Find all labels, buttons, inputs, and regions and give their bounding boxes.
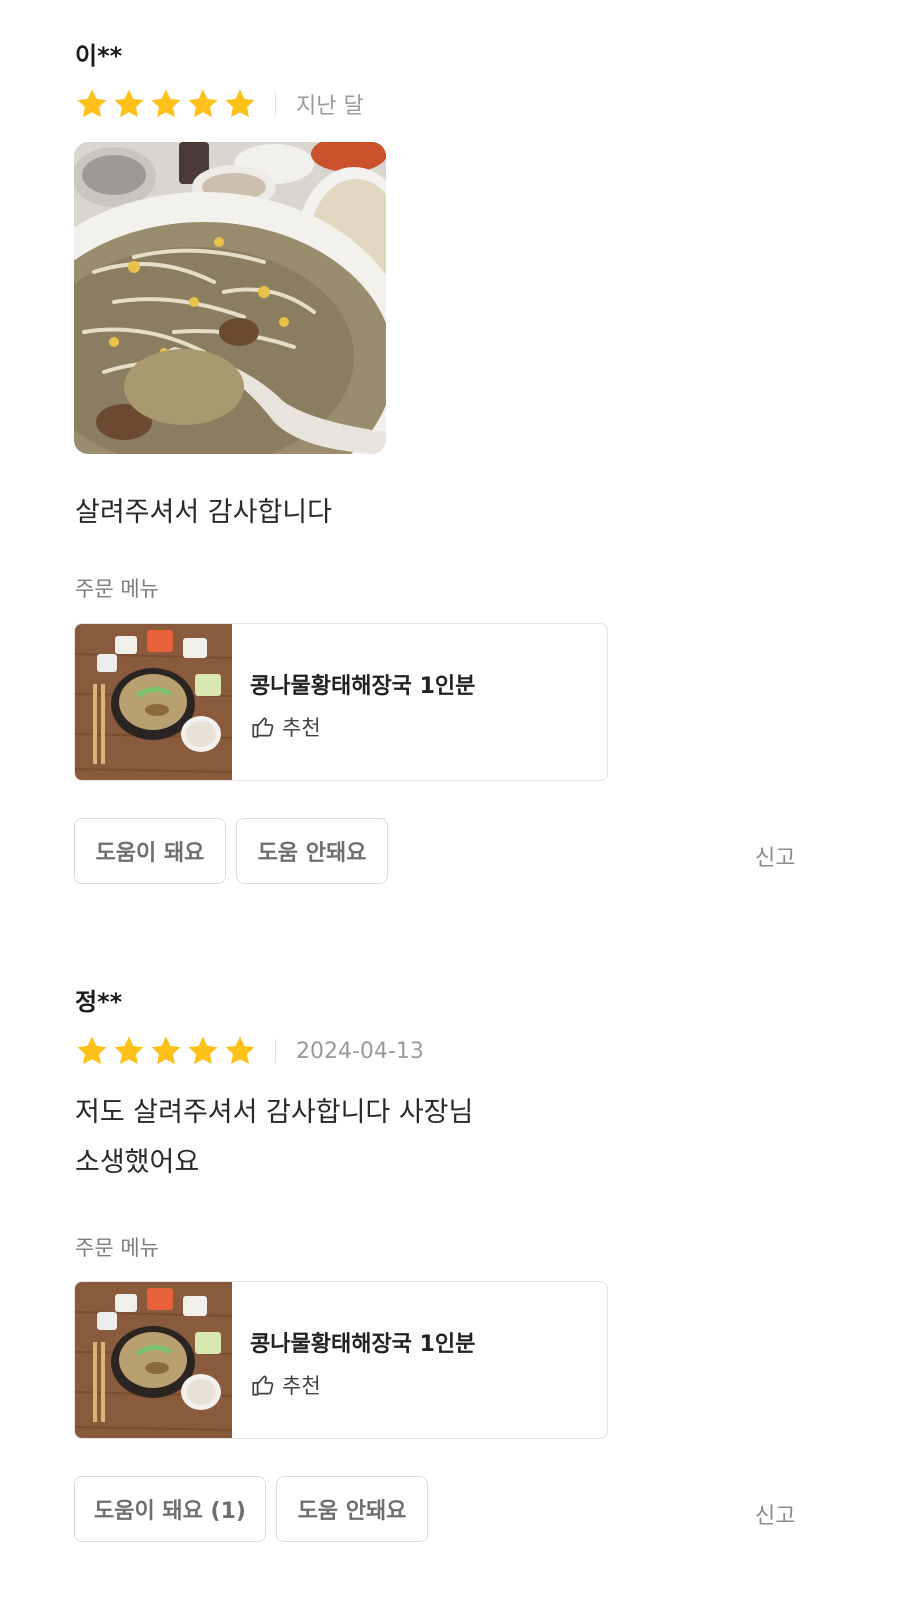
menu-thumbnail (75, 1282, 232, 1438)
star-icon (151, 89, 181, 118)
report-link[interactable]: 신고 (755, 840, 795, 872)
food-photo (74, 142, 386, 454)
divider (275, 1039, 276, 1063)
review-date: 지난 달 (296, 94, 364, 119)
order-menu-card[interactable]: 콩나물황태해장국 1인분 추천 (74, 1281, 608, 1439)
menu-thumbnail (75, 624, 232, 780)
star-rating (75, 1034, 257, 1068)
unhelpful-button[interactable]: 도움 안돼요 (236, 818, 388, 884)
recommend-indicator: 추천 (250, 712, 321, 742)
review-author: 정** (75, 988, 123, 1016)
order-menu-label: 주문 메뉴 (75, 577, 159, 601)
star-icon (114, 89, 144, 118)
star-icon (225, 89, 255, 118)
review-date: 2024-04-13 (296, 1038, 424, 1064)
divider (275, 92, 276, 116)
thumbs-up-icon (252, 717, 274, 738)
order-menu-label: 주문 메뉴 (75, 1236, 159, 1260)
star-icon (77, 89, 107, 118)
recommend-label: 추천 (282, 1374, 321, 1398)
review-text-line: 저도 살려주셔서 감사합니다 사장님 (75, 1097, 474, 1128)
helpful-button[interactable]: 도움이 돼요 (1) (74, 1476, 266, 1542)
star-rating (75, 87, 257, 121)
review-text-line: 소생했어요 (75, 1147, 200, 1178)
star-icon (188, 1036, 218, 1065)
star-icon (188, 89, 218, 118)
star-icon (151, 1036, 181, 1065)
rating-row: 2024-04-13 (75, 1033, 424, 1069)
thumbs-up-icon (252, 1375, 274, 1396)
star-icon (77, 1036, 107, 1065)
unhelpful-button[interactable]: 도움 안돼요 (276, 1476, 428, 1542)
star-icon (225, 1036, 255, 1065)
helpful-button[interactable]: 도움이 돼요 (74, 818, 226, 884)
menu-name: 콩나물황태해장국 1인분 (250, 1332, 476, 1357)
rating-row: 지난 달 (75, 86, 364, 122)
recommend-label: 추천 (282, 716, 321, 740)
review-card: 이** 지난 달 살려주셔서 감사합니다 주문 메뉴 콩나물황태해장국 1인분 … (0, 0, 900, 960)
star-icon (114, 1036, 144, 1065)
report-link[interactable]: 신고 (755, 1498, 795, 1530)
recommend-indicator: 추천 (250, 1370, 321, 1400)
order-menu-card[interactable]: 콩나물황태해장국 1인분 추천 (74, 623, 608, 781)
review-author: 이** (75, 42, 123, 70)
review-card: 정** 2024-04-13 저도 살려주셔서 감사합니다 사장님 소생했어요 … (0, 960, 900, 1620)
menu-name: 콩나물황태해장국 1인분 (250, 674, 476, 699)
review-photo[interactable] (74, 142, 386, 454)
review-text: 살려주셔서 감사합니다 (75, 497, 332, 528)
review-text: 저도 살려주셔서 감사합니다 사장님 소생했어요 (75, 1088, 473, 1188)
